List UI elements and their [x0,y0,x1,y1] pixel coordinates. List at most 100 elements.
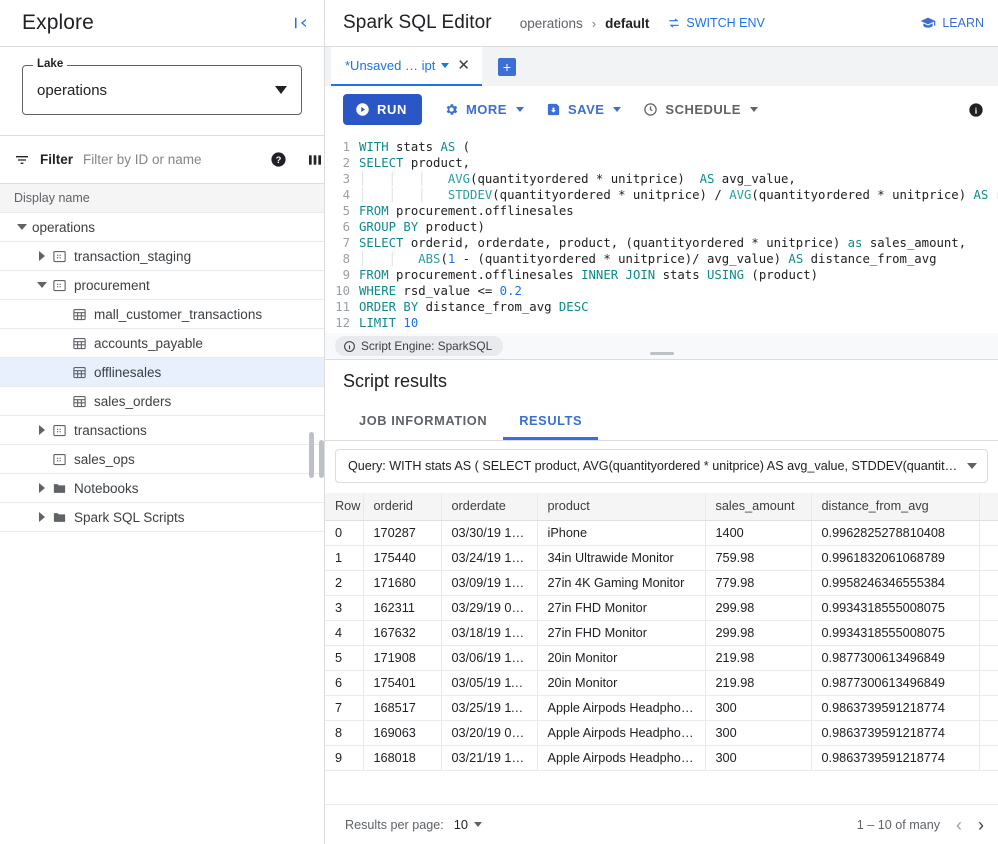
column-header[interactable]: orderid [363,493,442,521]
editor-tab[interactable]: *Unsaved … ipt ✕ [331,47,482,86]
editor-tabs-bar: *Unsaved … ipt ✕ + [325,47,998,86]
sql-code-editor[interactable]: 1 WITH stats AS (2 SELECT product, 3 │ │ │ A… [325,133,998,333]
expand-chevron-right-icon[interactable] [32,425,52,435]
run-button[interactable]: RUN [343,94,422,125]
table-cell: 1400 [705,520,812,546]
code-line: 5 FROM procurement.offlinesales [325,203,998,219]
column-header[interactable]: distance_from_avg [811,493,980,521]
code-line: 8 │ │ ABS(1 - (quantityordered * unitpric… [325,251,998,267]
save-label: SAVE [567,102,605,117]
column-header[interactable]: product [537,493,706,521]
chevron-down-icon[interactable] [441,63,450,68]
table-row[interactable]: 5 171908 03/06/19 14:38 20in Monitor 219.98 0… [325,645,998,671]
table-row[interactable]: 4 167632 03/18/19 10:19 27in FHD Monitor 299… [325,620,998,646]
filter-icon[interactable] [14,152,30,168]
code-text: FROM procurement.offlinesales [359,204,574,218]
tree-item-label: accounts_payable [94,335,203,351]
table-row[interactable]: 6 175401 03/05/19 11:15 20in Monitor 219.98 0… [325,670,998,696]
tree-item-label: Notebooks [74,480,139,496]
table-cell: 168517 [363,695,442,721]
add-tab-button[interactable]: + [497,58,516,76]
lake-section: Lake operations [0,47,324,136]
table-cell: 300 [705,720,812,746]
lake-label: Lake [33,58,68,70]
editor-toolbar: RUN MORE SAVE SCHEDULE i [325,86,998,133]
results-per-page-select[interactable]: 10 [454,817,482,832]
breadcrumb-project[interactable]: operations [520,16,583,31]
panel-resize-handle[interactable] [649,352,674,355]
table-cell: 20in Monitor [537,670,706,696]
next-page-button[interactable]: › [978,816,984,834]
learn-button[interactable]: LEARN [920,15,984,31]
table-cell: 219.98 [705,670,812,696]
results-table: Row orderid orderdate product sales_amount di… [325,493,998,771]
tree-item-sales-orders[interactable]: sales_orders [0,387,324,416]
table-cell [979,520,998,546]
table-cell: 759.98 [705,545,812,571]
tree-header: Display name [0,184,324,213]
panel-scrollbar-thumb[interactable] [319,440,324,478]
table-row[interactable]: 8 169063 03/20/19 09:46 Apple Airpods Headp… [325,720,998,746]
play-circle-icon [355,102,370,117]
expand-chevron-right-icon[interactable] [32,251,52,261]
close-icon[interactable]: ✕ [457,58,470,73]
tree-item-mall-customer-transactions[interactable]: mall_customer_transactions [0,300,324,329]
tree-item-sales-ops[interactable]: sales_ops [0,445,324,474]
tree-item-transactions[interactable]: transactions [0,416,324,445]
table-cell: 167632 [363,620,442,646]
table-cell [979,570,998,596]
tree-item-spark-sql-scripts[interactable]: Spark SQL Scripts [0,503,324,532]
tree-scrollbar-thumb[interactable] [309,432,314,478]
script-engine-bar: Script Engine: SparkSQL [325,333,998,359]
tab-job-information[interactable]: JOB INFORMATION [343,403,503,440]
tree-item-transaction-staging[interactable]: transaction_staging [0,242,324,271]
schedule-button[interactable]: SCHEDULE [643,102,758,117]
table-row[interactable]: 3 162311 03/29/19 09:06 27in FHD Monitor 299… [325,595,998,621]
table-row[interactable]: 7 168517 03/25/19 11:33 Apple Airpods Headp… [325,695,998,721]
table-cell: 0.9877300613496849 [811,670,980,696]
expand-chevron-right-icon[interactable] [32,512,52,522]
table-cell: 0.9961832061068789 [811,545,980,571]
lake-select[interactable]: Lake operations [22,58,302,115]
info-icon[interactable]: i [968,102,984,118]
chevron-down-icon [473,822,482,827]
column-header[interactable]: orderdate [441,493,538,521]
code-text: GROUP BY product) [359,220,485,234]
tab-results[interactable]: RESULTS [503,403,599,440]
switch-env-button[interactable]: SWITCH ENV [667,16,765,30]
tree-item-procurement[interactable]: procurement [0,271,324,300]
chevron-down-icon [275,81,287,99]
results-per-page-value: 10 [453,817,468,832]
table-row[interactable]: 0 170287 03/30/19 14:33 iPhone 1400 0.9962825… [325,520,998,546]
column-header[interactable]: sales_amount [705,493,812,521]
line-number: 8 [342,252,350,266]
column-header[interactable]: Row [325,493,364,521]
table-row[interactable]: 2 171680 03/09/19 13:26 27in 4K Gaming Moni… [325,570,998,596]
more-button[interactable]: MORE [444,102,524,117]
save-button[interactable]: SAVE [546,102,622,117]
tree-item-operations[interactable]: operations [0,213,324,242]
column-header[interactable] [979,493,998,521]
line-number: 5 [342,204,350,218]
tree-item-notebooks[interactable]: Notebooks [0,474,324,503]
table-cell: 300 [705,745,812,771]
expand-chevron-right-icon[interactable] [32,483,52,493]
code-text: ORDER BY distance_from_avg DESC [359,300,589,314]
table-cell: 162311 [363,595,442,621]
breadcrumb-current: default [605,15,650,31]
query-select[interactable]: Query: WITH stats AS ( SELECT product, A… [335,449,988,483]
expand-chevron-down-icon[interactable] [32,282,52,288]
collapse-panel-icon[interactable] [292,14,310,32]
swap-icon [667,16,681,30]
switch-env-label: SWITCH ENV [686,16,765,30]
prev-page-button[interactable]: ‹ [956,816,962,834]
help-icon[interactable]: ? [270,151,287,168]
tree-item-offlinesales[interactable]: offlinesales [0,358,324,387]
filter-input[interactable] [83,152,261,167]
table-row[interactable]: 1 175440 03/24/19 13:19 34in Ultrawide Moni… [325,545,998,571]
code-line: 3 │ │ │ AVG(quantityordered * unitprice) … [325,171,998,187]
code-text: │ │ │ STDDEV(quantityordered * unitprice… [359,188,998,202]
expand-chevron-down-icon[interactable] [12,224,32,230]
table-row[interactable]: 9 168018 03/21/19 18:50 Apple Airpods Headp… [325,745,998,771]
tree-item-accounts-payable[interactable]: accounts_payable [0,329,324,358]
